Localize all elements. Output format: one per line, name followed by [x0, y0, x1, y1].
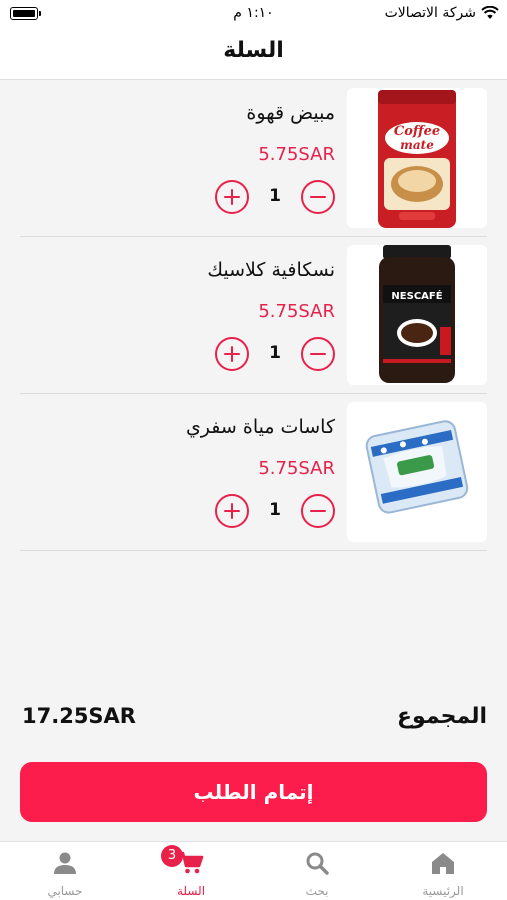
- tab-home[interactable]: الرئيسية: [380, 842, 506, 900]
- quantity-value: 1: [269, 343, 281, 363]
- tab-search-label: بحث: [305, 884, 329, 898]
- cart-badge: 3: [161, 845, 183, 867]
- svg-text:Coffee: Coffee: [394, 124, 440, 139]
- search-icon: [306, 852, 329, 875]
- product-price: 5.75SAR: [258, 144, 335, 165]
- tab-search[interactable]: بحث: [254, 842, 380, 900]
- quantity-value: 1: [269, 186, 281, 206]
- product-image-water-cups[interactable]: [347, 402, 487, 542]
- tab-home-label: الرئيسية: [422, 884, 464, 898]
- tab-cart[interactable]: السلة: [128, 842, 254, 900]
- wifi-icon: [481, 6, 499, 19]
- page-title: السلة: [223, 38, 284, 63]
- product-price: 5.75SAR: [258, 301, 335, 322]
- total-row: المجموع 17.25SAR: [20, 702, 487, 736]
- carrier-info: شركة الاتصالات: [385, 5, 499, 21]
- increase-quantity-button[interactable]: [215, 180, 249, 214]
- product-name: كاسات مياة سفري: [185, 416, 335, 438]
- cart-item: NESCAFÉ نسكافية كلاسيك 5.75SAR 1: [20, 237, 487, 394]
- quantity-value: 1: [269, 500, 281, 520]
- user-icon: [54, 852, 76, 874]
- total-value: 17.25SAR: [22, 704, 136, 728]
- quantity-stepper: 1: [215, 337, 335, 371]
- product-image-nescafe[interactable]: NESCAFÉ: [347, 245, 487, 385]
- home-icon: [432, 853, 454, 874]
- tab-cart-label: السلة: [176, 884, 206, 898]
- decrease-quantity-button[interactable]: [301, 337, 335, 371]
- decrease-quantity-button[interactable]: [301, 494, 335, 528]
- svg-text:mate: mate: [400, 138, 434, 152]
- increase-quantity-button[interactable]: [215, 337, 249, 371]
- cart-item: Coffee mate مبيض قهوة 5.75SAR 1: [20, 80, 487, 237]
- header: السلة: [0, 30, 507, 80]
- quantity-stepper: 1: [215, 180, 335, 214]
- product-name: مبيض قهوة: [246, 102, 335, 124]
- tab-account[interactable]: حسابي: [2, 842, 128, 900]
- tab-bar: الرئيسية بحث السلة 3 حسابي: [0, 841, 507, 900]
- total-label: المجموع: [397, 704, 487, 729]
- tab-account-label: حسابي: [47, 884, 83, 898]
- carrier-name: شركة الاتصالات: [384, 5, 476, 21]
- product-name: نسكافية كلاسيك: [207, 259, 335, 281]
- checkout-button[interactable]: إتمام الطلب: [20, 762, 487, 822]
- quantity-stepper: 1: [215, 494, 335, 528]
- decrease-quantity-button[interactable]: [301, 180, 335, 214]
- cart-item: كاسات مياة سفري 5.75SAR 1: [20, 394, 487, 551]
- product-price: 5.75SAR: [258, 458, 335, 479]
- svg-text:NESCAFÉ: NESCAFÉ: [391, 289, 442, 302]
- status-bar: ١:١٠ م شركة الاتصالات: [0, 0, 507, 30]
- increase-quantity-button[interactable]: [215, 494, 249, 528]
- cart-list: Coffee mate مبيض قهوة 5.75SAR 1 NESCAFÉ: [20, 80, 487, 551]
- product-image-coffee-mate[interactable]: Coffee mate: [347, 88, 487, 228]
